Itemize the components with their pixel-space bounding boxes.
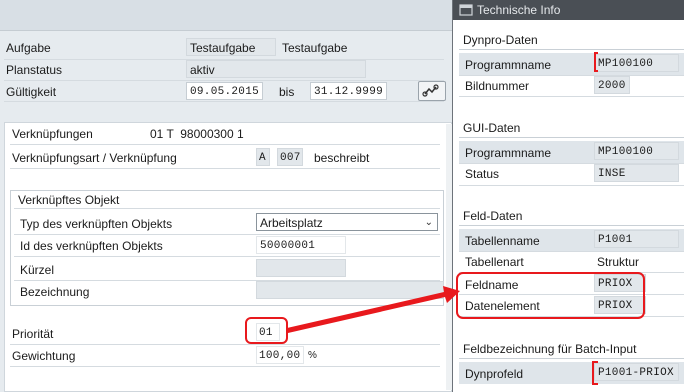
annotation-arrow (287, 286, 460, 333)
